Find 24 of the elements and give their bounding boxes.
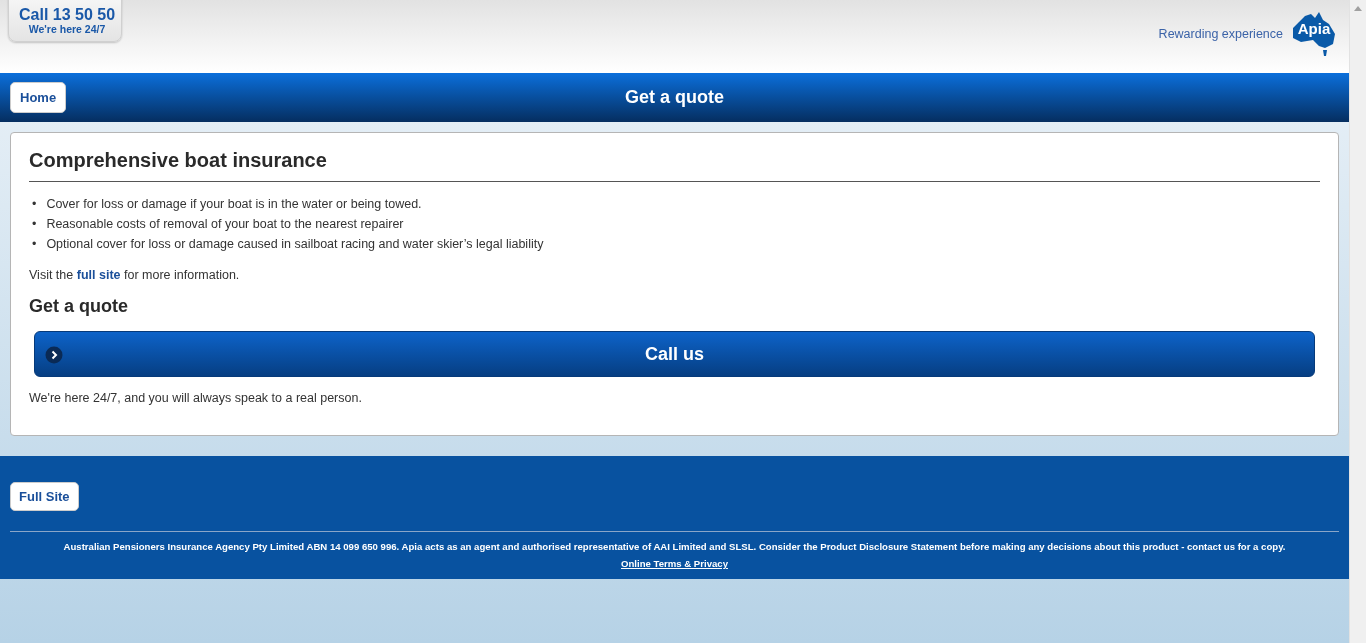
call-us-button[interactable]: Call us [34,331,1315,377]
terms-link[interactable]: Online Terms & Privacy [621,558,728,569]
quote-heading: Get a quote [29,296,129,317]
tagline: Rewarding experience [1158,26,1283,41]
scroll-up-icon[interactable] [1354,6,1362,11]
bullet-marker: • [32,236,37,253]
chevron-right-icon [45,346,63,364]
call-badge[interactable]: Call 13 50 50 We're here 24/7 [8,0,123,42]
feature-item: Cover for loss or damage if your boat is in the water or being towed. [46,196,422,213]
home-button[interactable]: Home [10,82,67,113]
feature-item: Reasonable costs of removal of your boat to the nearest repairer [46,216,404,233]
scrollbar[interactable] [1349,0,1366,643]
full-site-link[interactable]: full site [76,268,121,282]
feature-item: Optional cover for loss or damage caused in sailboat racing and water skier’s legal liability [46,236,544,253]
section-heading: Comprehensive boat insurance [29,149,1320,182]
full-site-button[interactable]: Full Site [10,482,79,511]
call-number: Call 13 50 50 [19,6,116,23]
info-text: Visit the full site for more information. [29,268,241,282]
bullet-marker: • [32,216,37,233]
availability-text: We're here 24/7, and you will always speak to a real person. [29,391,363,405]
disclaimer-text: Australian Pensioners Insurance Agency Pty Limited ABN 14 099 650 996. Apia acts as an agent and authorised representative of AAI Limited and SLSL. Consider the Product Disclosure Statement before making any decisions about this product - contact us for a copy. [62,540,1287,554]
call-hours: We're here 24/7 [28,23,106,35]
bullet-marker: • [32,196,37,213]
page-title: Get a quote [625,87,724,108]
